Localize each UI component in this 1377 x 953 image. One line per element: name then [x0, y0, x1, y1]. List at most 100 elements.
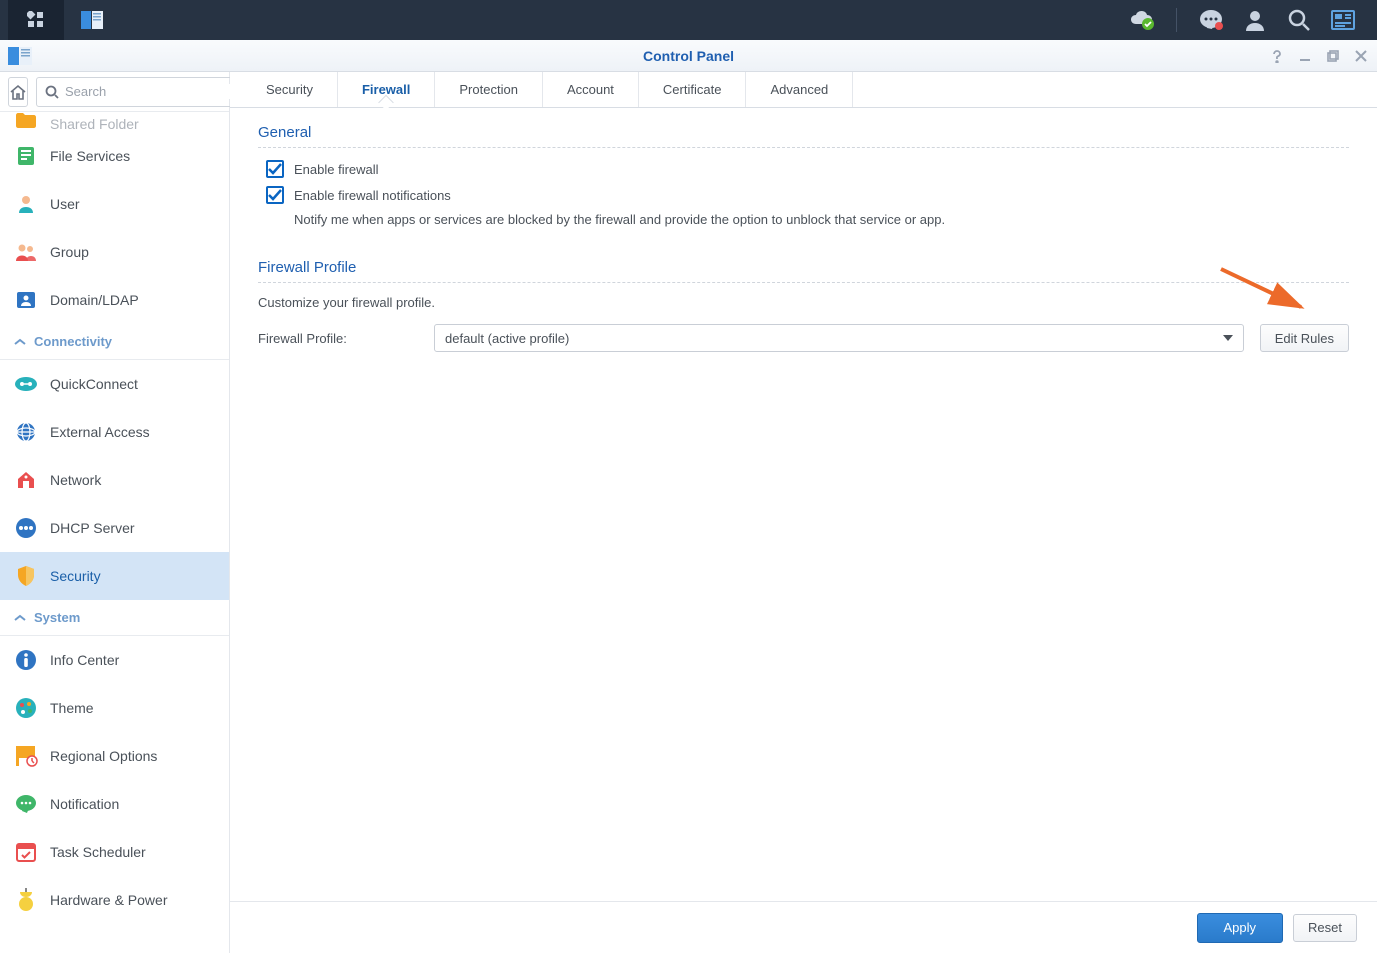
sidebar-item-label: File Services	[50, 148, 130, 164]
apps-grid-icon	[27, 11, 45, 29]
home-icon	[9, 84, 27, 100]
sidebar-group-label: System	[34, 610, 80, 625]
sidebar-item-label: Info Center	[50, 652, 119, 668]
sidebar-item-dhcp-server[interactable]: DHCP Server	[0, 504, 229, 552]
sidebar-item-label: Domain/LDAP	[50, 292, 139, 308]
tab-advanced[interactable]: Advanced	[746, 72, 853, 107]
control-panel-window: Control Panel Shared Fol	[0, 40, 1377, 953]
group-icon	[14, 240, 38, 264]
sidebar-item-label: Hardware & Power	[50, 892, 168, 908]
check-icon	[268, 163, 282, 175]
sidebar-item-label: Regional Options	[50, 748, 157, 764]
tab-label: Account	[567, 82, 614, 97]
search-input[interactable]	[65, 84, 241, 99]
dhcp-icon	[14, 516, 38, 540]
profile-label: Firewall Profile:	[258, 331, 418, 346]
user-icon	[14, 192, 38, 216]
tab-firewall[interactable]: Firewall	[338, 72, 435, 107]
button-label: Apply	[1224, 920, 1257, 935]
hardware-power-icon	[14, 888, 38, 912]
search-box[interactable]	[36, 77, 250, 107]
content-area: Security Firewall Protection Account Cer…	[230, 72, 1377, 953]
sidebar-item-user[interactable]: User	[0, 180, 229, 228]
sidebar-item-label: Notification	[50, 796, 119, 812]
sidebar-item-label: Shared Folder	[50, 116, 139, 132]
enable-firewall-row: Enable firewall	[266, 160, 1349, 178]
sidebar-item-network[interactable]: Network	[0, 456, 229, 504]
sidebar-group-system[interactable]: System	[0, 600, 229, 636]
help-button[interactable]	[1269, 48, 1285, 64]
sidebar-item-label: DHCP Server	[50, 520, 135, 536]
enable-notifications-checkbox[interactable]	[266, 186, 284, 204]
home-button[interactable]	[8, 77, 28, 107]
quickconnect-icon	[14, 372, 38, 396]
profile-select[interactable]: default (active profile)	[434, 324, 1244, 352]
tab-label: Advanced	[770, 82, 828, 97]
sidebar-scroll[interactable]: Shared Folder File Services User Group D…	[0, 112, 229, 953]
sidebar-item-label: Group	[50, 244, 89, 260]
sidebar-item-label: Theme	[50, 700, 94, 716]
enable-notifications-row: Enable firewall notifications	[266, 186, 1349, 204]
system-taskbar	[0, 0, 1377, 40]
security-icon	[14, 564, 38, 588]
sidebar-item-regional[interactable]: Regional Options	[0, 732, 229, 780]
apply-button[interactable]: Apply	[1197, 913, 1284, 943]
section-title-profile: Firewall Profile	[258, 259, 1349, 283]
sidebar-group-connectivity[interactable]: Connectivity	[0, 324, 229, 360]
sidebar-item-label: Security	[50, 568, 101, 584]
theme-icon	[14, 696, 38, 720]
sidebar-item-domain-ldap[interactable]: Domain/LDAP	[0, 276, 229, 324]
sidebar-item-info-center[interactable]: Info Center	[0, 636, 229, 684]
sidebar-item-hardware-power[interactable]: Hardware & Power	[0, 876, 229, 924]
main-menu-button[interactable]	[8, 0, 64, 40]
button-label: Edit Rules	[1275, 331, 1334, 346]
sidebar-item-task-scheduler[interactable]: Task Scheduler	[0, 828, 229, 876]
search-icon	[45, 85, 59, 99]
tray-cloud-status-icon[interactable]	[1128, 6, 1156, 34]
sidebar-item-label: Network	[50, 472, 101, 488]
tray-widgets-icon[interactable]	[1329, 6, 1357, 34]
domain-ldap-icon	[14, 288, 38, 312]
sidebar-item-shared-folder[interactable]: Shared Folder	[0, 112, 229, 132]
sidebar-item-theme[interactable]: Theme	[0, 684, 229, 732]
minimize-button[interactable]	[1297, 48, 1313, 64]
maximize-button[interactable]	[1325, 48, 1341, 64]
tab-label: Firewall	[362, 82, 410, 97]
close-button[interactable]	[1353, 48, 1369, 64]
file-services-icon	[14, 144, 38, 168]
network-icon	[14, 468, 38, 492]
tab-bar: Security Firewall Protection Account Cer…	[230, 72, 1377, 108]
sidebar-item-label: External Access	[50, 424, 150, 440]
sidebar-item-file-services[interactable]: File Services	[0, 132, 229, 180]
sidebar-item-group[interactable]: Group	[0, 228, 229, 276]
taskbar-app-control-panel[interactable]	[64, 0, 120, 40]
tab-account[interactable]: Account	[543, 72, 639, 107]
tab-certificate[interactable]: Certificate	[639, 72, 747, 107]
tray-chat-icon[interactable]	[1197, 6, 1225, 34]
enable-firewall-checkbox[interactable]	[266, 160, 284, 178]
tab-label: Certificate	[663, 82, 722, 97]
sidebar-item-notification[interactable]: Notification	[0, 780, 229, 828]
sidebar-search-row	[0, 72, 229, 112]
sidebar-item-external-access[interactable]: External Access	[0, 408, 229, 456]
chevron-up-icon	[14, 614, 26, 622]
edit-rules-button[interactable]: Edit Rules	[1260, 324, 1349, 352]
regional-icon	[14, 744, 38, 768]
sidebar-item-quickconnect[interactable]: QuickConnect	[0, 360, 229, 408]
info-icon	[14, 648, 38, 672]
sidebar-item-label: Task Scheduler	[50, 844, 146, 860]
tab-protection[interactable]: Protection	[435, 72, 543, 107]
tab-security[interactable]: Security	[242, 72, 338, 107]
sidebar-item-security[interactable]: Security	[0, 552, 229, 600]
tray-search-icon[interactable]	[1285, 6, 1313, 34]
tray-user-icon[interactable]	[1241, 6, 1269, 34]
checkbox-label: Enable firewall notifications	[294, 188, 451, 203]
chevron-up-icon	[14, 338, 26, 346]
reset-button[interactable]: Reset	[1293, 914, 1357, 942]
chevron-down-icon	[1223, 335, 1233, 341]
control-panel-icon	[81, 11, 103, 29]
select-value: default (active profile)	[445, 331, 569, 346]
checkbox-label: Enable firewall	[294, 162, 379, 177]
window-titlebar: Control Panel	[0, 40, 1377, 72]
window-title: Control Panel	[643, 48, 734, 64]
